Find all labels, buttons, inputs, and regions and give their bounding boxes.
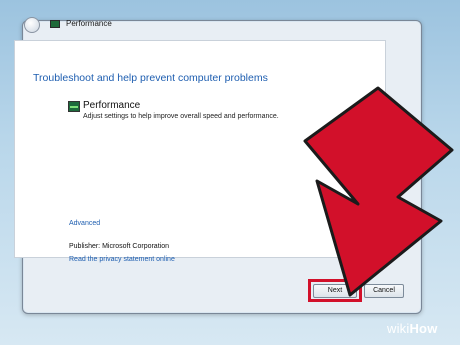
performance-title-icon	[50, 20, 60, 28]
privacy-statement-link[interactable]: Read the privacy statement online	[69, 256, 175, 263]
back-button[interactable]	[24, 17, 40, 33]
performance-icon	[68, 101, 80, 112]
watermark-suffix: How	[409, 321, 438, 336]
wikihow-watermark: wikiHow	[387, 321, 438, 336]
next-highlight-box	[308, 279, 362, 302]
window-title: Performance	[66, 19, 112, 28]
troubleshooter-title: Performance	[83, 100, 141, 111]
cancel-button[interactable]: Cancel	[364, 284, 404, 298]
troubleshooter-description: Adjust settings to help improve overall …	[83, 113, 279, 120]
watermark-prefix: wiki	[387, 321, 410, 336]
publisher-text: Publisher: Microsoft Corporation	[69, 243, 169, 250]
page-heading: Troubleshoot and help prevent computer p…	[33, 72, 268, 84]
advanced-link[interactable]: Advanced	[69, 220, 100, 227]
